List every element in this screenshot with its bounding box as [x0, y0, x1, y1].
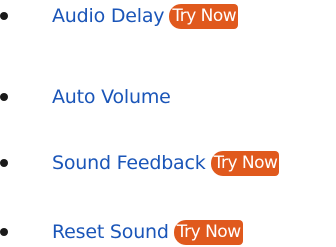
audio-delay-link[interactable]: Audio Delay: [52, 1, 165, 31]
bullet-icon: [0, 228, 8, 236]
sound-feedback-link[interactable]: Sound Feedback: [52, 148, 206, 178]
item-row: Auto Volume: [52, 82, 171, 112]
bullet-icon: [0, 12, 8, 20]
item-row: Reset Sound Try Now: [52, 217, 243, 247]
try-now-button[interactable]: Try Now: [169, 3, 239, 29]
bullet-icon: [0, 93, 8, 101]
try-now-button[interactable]: Try Now: [210, 150, 280, 176]
auto-volume-link[interactable]: Auto Volume: [52, 82, 171, 112]
try-now-button[interactable]: Try Now: [173, 219, 243, 245]
item-row: Sound Feedback Try Now: [52, 148, 280, 178]
reset-sound-link[interactable]: Reset Sound: [52, 217, 169, 247]
bullet-icon: [0, 159, 8, 167]
item-row: Audio Delay Try Now: [52, 1, 239, 31]
